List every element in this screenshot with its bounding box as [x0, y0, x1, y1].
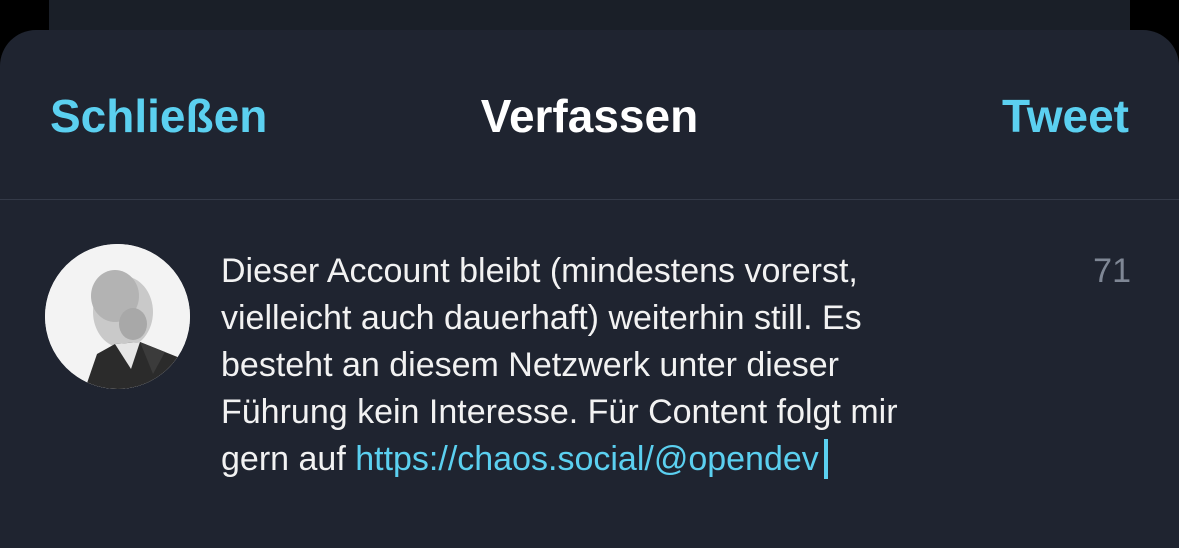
tweet-button[interactable]: Tweet: [1002, 88, 1129, 144]
navigation-bar: Schließen Verfassen Tweet: [0, 30, 1179, 200]
compose-sheet: Schließen Verfassen Tweet Dieser Account…: [0, 30, 1179, 548]
profile-photo-icon: [45, 244, 190, 389]
text-cursor: [823, 439, 828, 479]
tweet-text-input[interactable]: Dieser Account bleibt (mindestens vorers…: [221, 248, 1041, 483]
navbar-divider: [0, 199, 1179, 200]
close-button[interactable]: Schließen: [50, 88, 267, 144]
compose-screen: Schließen Verfassen Tweet Dieser Account…: [0, 0, 1179, 548]
character-counter: 71: [1093, 252, 1131, 290]
tweet-link[interactable]: https://chaos.social/@opendev: [355, 440, 819, 478]
avatar[interactable]: [45, 244, 190, 389]
